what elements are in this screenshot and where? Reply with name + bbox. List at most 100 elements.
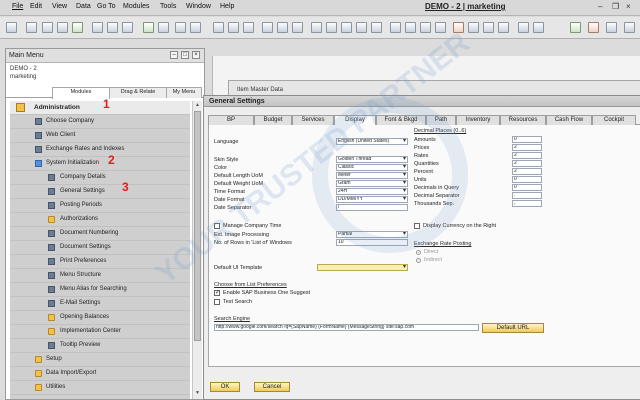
date-separator-field[interactable]: / <box>336 204 408 211</box>
rates-field[interactable]: 2 <box>512 152 542 159</box>
amounts-field[interactable]: 0 <box>512 136 542 143</box>
color-dropdown[interactable]: Classic <box>336 164 408 171</box>
menu-window[interactable]: Window <box>186 3 211 10</box>
panel-maximize-icon[interactable]: □ <box>181 51 189 59</box>
messages-icon[interactable] <box>468 22 479 33</box>
enable-suggest-checkbox[interactable]: ✓ <box>214 290 220 296</box>
time-format-dropdown[interactable]: 24H <box>336 188 408 195</box>
menu-item-exchange-rates[interactable]: Exchange Rates and Indexes <box>10 143 190 157</box>
kpi-icon[interactable] <box>606 22 617 33</box>
language-dropdown[interactable]: English (United States) <box>336 138 408 145</box>
default-url-button[interactable]: Default URL <box>482 323 544 333</box>
find-icon[interactable] <box>158 22 169 33</box>
tab-budget[interactable]: Budget <box>254 115 292 125</box>
payment-means-icon[interactable] <box>371 22 382 33</box>
tab-services[interactable]: Services <box>292 115 334 125</box>
date-format-dropdown[interactable]: DD/MM/YY <box>336 196 408 203</box>
menu-item-document-settings[interactable]: Document Settings <box>10 241 190 255</box>
menu-item-administration[interactable]: Administration <box>10 101 190 115</box>
menu-item-setup[interactable]: Setup <box>10 353 190 367</box>
units-field[interactable]: 0 <box>512 176 542 183</box>
ok-button[interactable]: OK <box>210 382 240 392</box>
decimals-in-query-field[interactable]: 0 <box>512 184 542 191</box>
layout-designer-icon[interactable] <box>420 22 431 33</box>
scroll-thumb[interactable] <box>194 111 201 341</box>
tab-resources[interactable]: Resources <box>500 115 546 125</box>
menu-item-implementation-center[interactable]: Implementation Center <box>10 325 190 339</box>
panel-minimize-icon[interactable]: – <box>170 51 178 59</box>
form-settings-icon[interactable] <box>390 22 401 33</box>
menu-item-web-client[interactable]: Web Client <box>10 129 190 143</box>
gross-profit-icon[interactable] <box>341 22 352 33</box>
scroll-down-icon[interactable]: ▼ <box>194 390 201 397</box>
menu-view[interactable]: View <box>52 3 67 10</box>
ext-image-dropdown[interactable]: Partial <box>336 231 408 238</box>
base-document-icon[interactable] <box>277 22 288 33</box>
tab-drag-relate[interactable]: Drag & Relate <box>109 87 167 98</box>
search-engine-field[interactable]: http://www.google.com/search?q={SapName}… <box>214 324 479 331</box>
menu-item-authorizations[interactable]: Authorizations <box>10 213 190 227</box>
previous-icon[interactable] <box>213 22 224 33</box>
text-search-checkbox[interactable] <box>214 299 220 305</box>
export-icon[interactable] <box>57 22 68 33</box>
user-menu-icon[interactable] <box>624 22 635 33</box>
menu-item-choose-company[interactable]: Choose Company <box>10 115 190 129</box>
tab-cash-flow[interactable]: Cash Flow <box>546 115 592 125</box>
quantities-field[interactable]: 2 <box>512 160 542 167</box>
help-icon[interactable] <box>498 22 509 33</box>
new-icon[interactable] <box>6 22 17 33</box>
menu-item-menu-alias[interactable]: Menu Alias for Searching <box>10 283 190 297</box>
prices-field[interactable]: 2 <box>512 144 542 151</box>
tab-font-bkgd[interactable]: Font & Bkgd <box>376 115 426 125</box>
last-record-icon[interactable] <box>243 22 254 33</box>
filter-icon[interactable] <box>311 22 322 33</box>
menu-help[interactable]: Help <box>220 3 234 10</box>
refresh-icon[interactable] <box>262 22 273 33</box>
settings-icon[interactable] <box>483 22 494 33</box>
journal-icon[interactable] <box>356 22 367 33</box>
tab-inventory[interactable]: Inventory <box>456 115 500 125</box>
restore-icon[interactable]: ❐ <box>612 2 619 11</box>
word-icon[interactable] <box>107 22 118 33</box>
menu-item-posting-periods[interactable]: Posting Periods <box>10 199 190 213</box>
menu-item-data-import-export[interactable]: Data Import/Export <box>10 367 190 381</box>
menu-file[interactable]: File <box>12 3 23 10</box>
menu-item-utilities[interactable]: Utilities <box>10 381 190 395</box>
default-length-uom-dropdown[interactable]: Meter <box>336 172 408 179</box>
user-icon[interactable] <box>518 22 529 33</box>
close-icon[interactable]: × <box>626 2 631 11</box>
menu-item-tooltip-preview[interactable]: Tooltip Preview <box>10 339 190 353</box>
menu-item-menu-structure[interactable]: Menu Structure <box>10 269 190 283</box>
print-icon[interactable] <box>26 22 37 33</box>
target-document-icon[interactable] <box>292 22 303 33</box>
manage-company-time-checkbox[interactable] <box>214 223 220 229</box>
lock-icon[interactable] <box>143 22 154 33</box>
add-icon[interactable] <box>175 22 186 33</box>
menu-item-general-settings[interactable]: General Settings <box>10 185 190 199</box>
menu-item-print-preferences[interactable]: Print Preferences <box>10 255 190 269</box>
menu-item-opening-balances[interactable]: Opening Balances <box>10 311 190 325</box>
tab-path[interactable]: Path <box>426 115 456 125</box>
decimal-separator-field[interactable]: . <box>512 192 542 199</box>
menu-data[interactable]: Data <box>76 3 91 10</box>
menu-goto[interactable]: Go To <box>97 3 116 10</box>
thousands-sep-field[interactable]: , <box>512 200 542 207</box>
tab-bp[interactable]: BP <box>208 115 254 125</box>
indirect-radio[interactable] <box>416 258 421 263</box>
alerts-icon[interactable] <box>453 22 464 33</box>
display-currency-right-checkbox[interactable] <box>414 223 420 229</box>
pdf-icon[interactable] <box>92 22 103 33</box>
menu-item-document-numbering[interactable]: Document Numbering <box>10 227 190 241</box>
next-icon[interactable] <box>228 22 239 33</box>
sort-icon[interactable] <box>326 22 337 33</box>
excel-icon[interactable] <box>72 22 83 33</box>
rows-field[interactable]: 10 <box>336 239 408 246</box>
cancel-button[interactable]: Cancel <box>254 382 290 392</box>
preview-icon[interactable] <box>122 22 133 33</box>
tab-cockpit[interactable]: Cockpit <box>592 115 636 125</box>
percent-field[interactable]: 2 <box>512 168 542 175</box>
menu-item-company-details[interactable]: Company Details <box>10 171 190 185</box>
direct-radio[interactable] <box>416 250 421 255</box>
calendar-icon[interactable] <box>570 22 581 33</box>
email-icon[interactable] <box>42 22 53 33</box>
